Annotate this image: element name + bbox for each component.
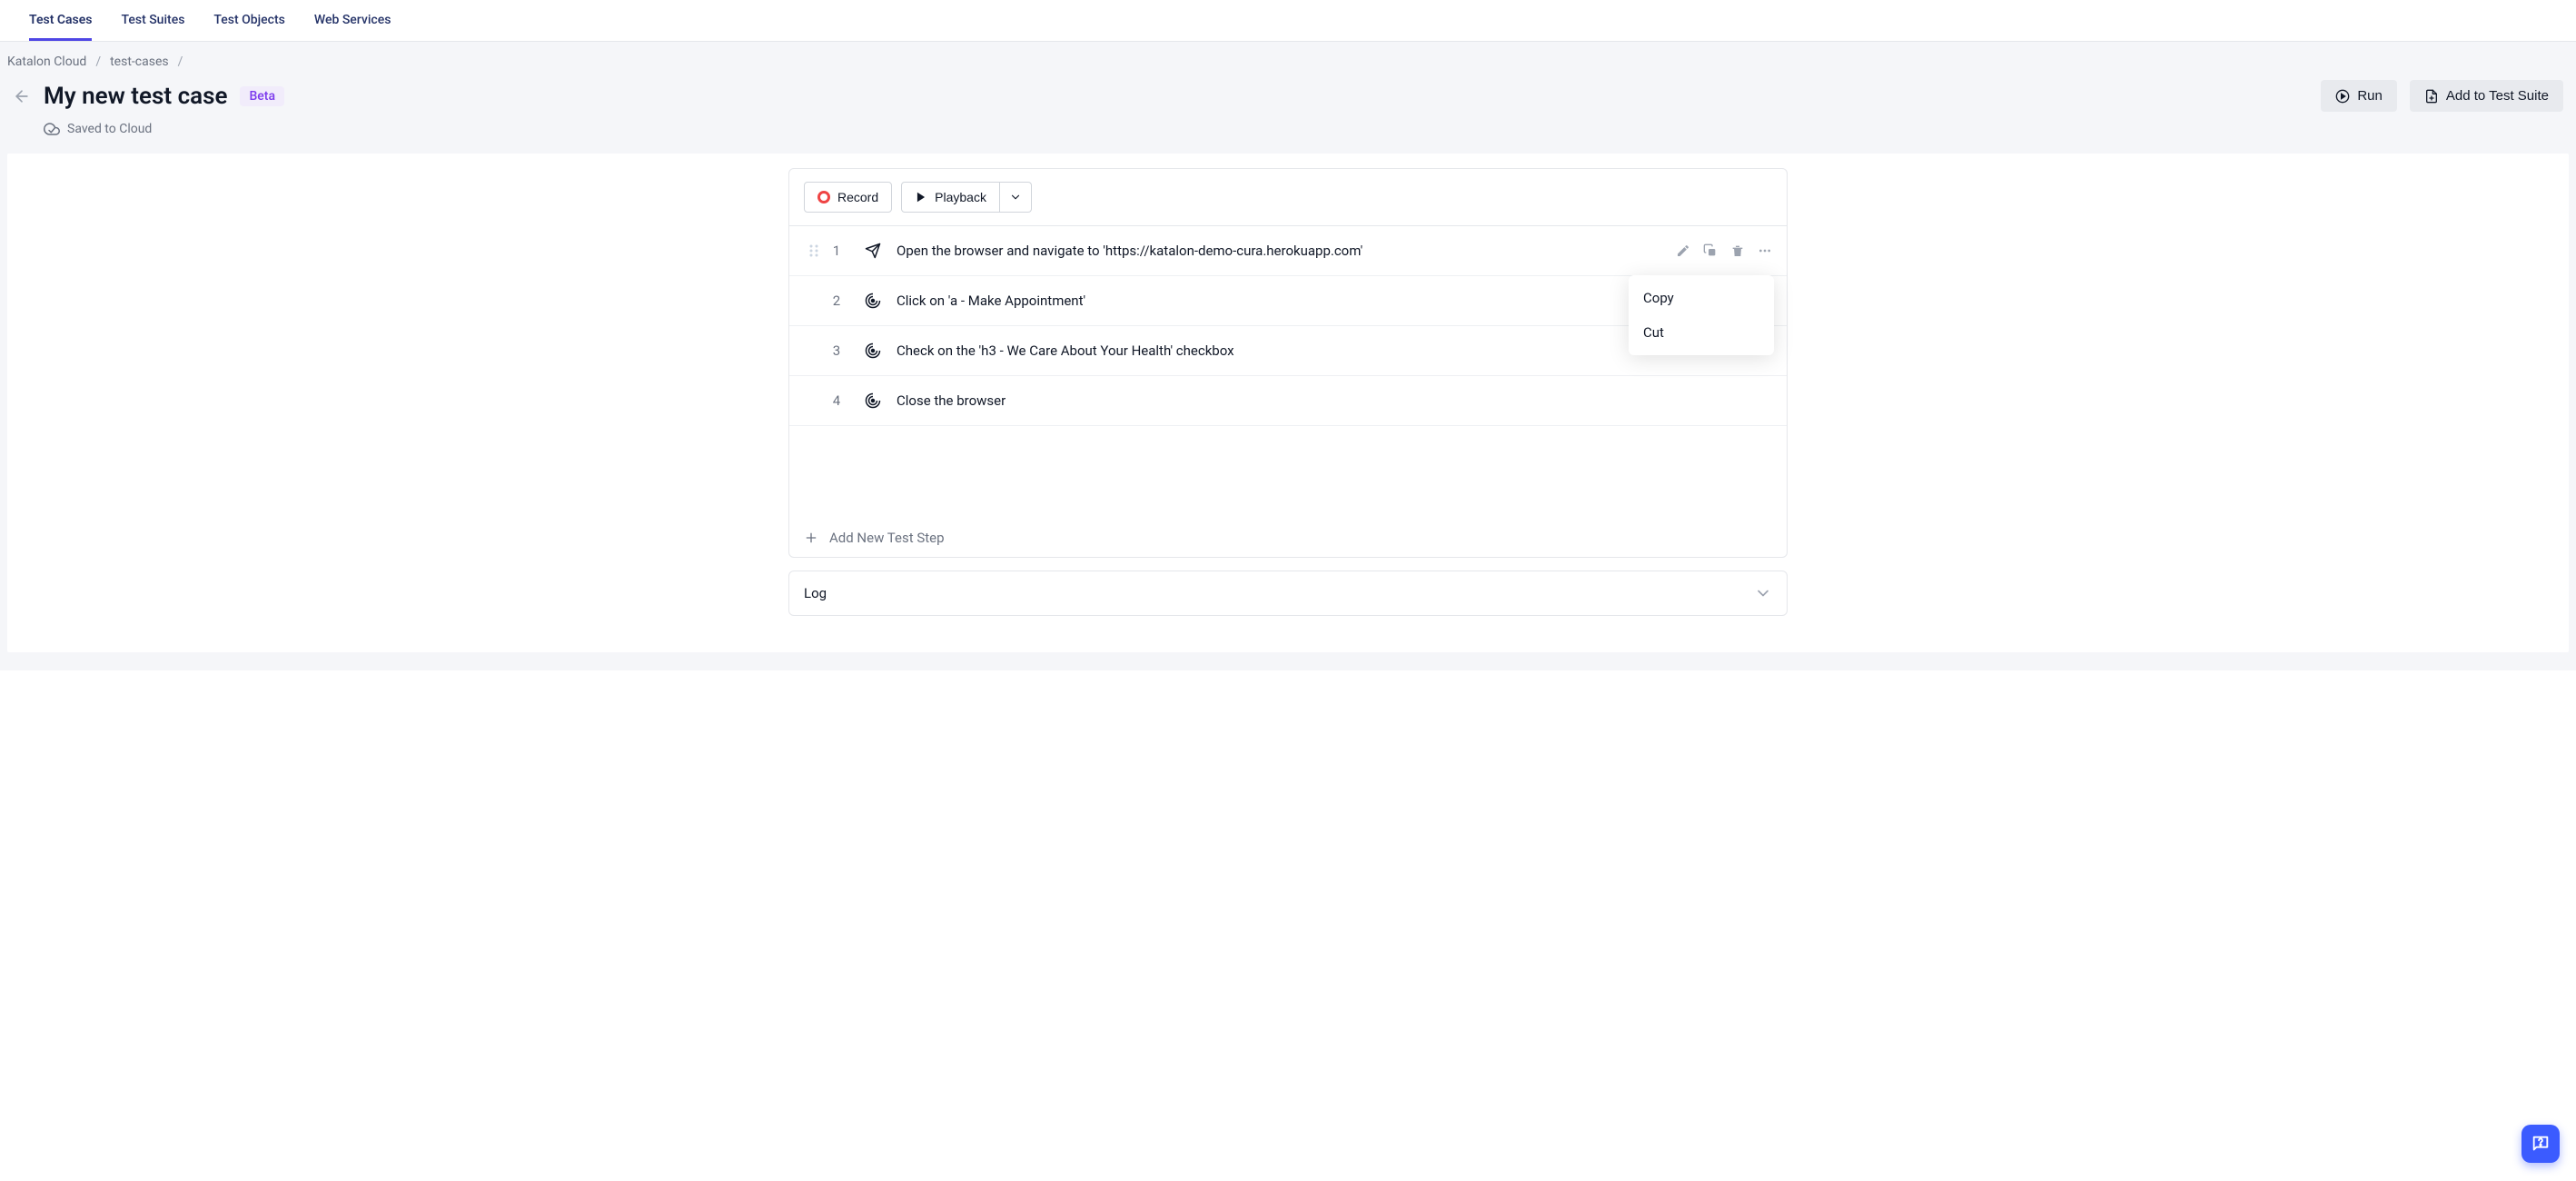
playback-button[interactable]: Playback (901, 182, 1000, 213)
context-menu-copy[interactable]: Copy (1629, 281, 1774, 315)
chevron-down-icon (1009, 191, 1022, 203)
step-row[interactable]: 1 Open the browser and navigate to 'http… (789, 226, 1787, 276)
navigate-icon (849, 243, 897, 259)
edit-step-button[interactable] (1676, 243, 1690, 258)
tab-test-suites[interactable]: Test Suites (121, 0, 184, 41)
breadcrumb-item[interactable]: Katalon Cloud (7, 55, 86, 69)
breadcrumb-item[interactable]: test-cases (110, 55, 169, 69)
target-icon (849, 342, 897, 359)
tab-web-services[interactable]: Web Services (314, 0, 391, 41)
more-horizontal-icon (1758, 243, 1772, 258)
pencil-icon (1676, 243, 1690, 258)
breadcrumb-sep: / (178, 55, 183, 69)
record-button[interactable]: Record (804, 182, 892, 213)
add-step-label: Add New Test Step (829, 530, 945, 546)
run-button[interactable]: Run (2321, 80, 2397, 112)
delete-step-button[interactable] (1730, 243, 1745, 258)
step-index: 2 (824, 293, 849, 309)
breadcrumb-sep: / (95, 55, 101, 69)
step-index: 3 (824, 342, 849, 359)
breadcrumb: Katalon Cloud / test-cases / (0, 42, 2576, 76)
title-row: My new test case Beta Run Add to Test Su… (0, 76, 2576, 115)
saved-status-label: Saved to Cloud (67, 122, 152, 136)
copy-icon (1703, 243, 1718, 258)
target-icon (849, 293, 897, 309)
target-icon (849, 392, 897, 409)
log-panel-label: Log (804, 585, 827, 601)
editor-panel: Record Playback (788, 168, 1788, 558)
back-button[interactable] (13, 87, 31, 105)
step-row[interactable]: 4 Close the browser (789, 376, 1787, 426)
log-panel[interactable]: Log (788, 571, 1788, 616)
more-step-button[interactable] (1758, 243, 1772, 258)
help-icon (2531, 1134, 2551, 1154)
step-description: Close the browser (897, 392, 1772, 409)
step-description: Open the browser and navigate to 'https:… (897, 243, 1676, 259)
beta-badge: Beta (240, 86, 284, 106)
page-title: My new test case (44, 83, 227, 110)
content-area: Record Playback (7, 154, 2569, 652)
help-button[interactable] (2522, 1125, 2560, 1163)
playback-label: Playback (935, 190, 986, 204)
record-label: Record (837, 190, 878, 204)
drag-handle-icon[interactable] (804, 243, 824, 258)
add-step-button[interactable]: Add New Test Step (789, 508, 1787, 557)
context-menu: Copy Cut (1629, 275, 1774, 355)
steps-list: 1 Open the browser and navigate to 'http… (789, 226, 1787, 557)
editor-toolbar: Record Playback (789, 169, 1787, 226)
step-index: 4 (824, 392, 849, 409)
tab-test-objects[interactable]: Test Objects (213, 0, 284, 41)
tab-test-cases[interactable]: Test Cases (29, 0, 92, 41)
trash-icon (1730, 243, 1745, 258)
run-button-label: Run (2357, 88, 2383, 104)
step-index: 1 (824, 243, 849, 259)
saved-status: Saved to Cloud (0, 115, 2576, 154)
copy-step-button[interactable] (1703, 243, 1718, 258)
record-icon (817, 191, 830, 203)
chevron-down-icon (1754, 584, 1772, 602)
tabs-bar: Test Cases Test Suites Test Objects Web … (0, 0, 2576, 42)
file-plus-icon (2424, 89, 2439, 104)
context-menu-cut[interactable]: Cut (1629, 315, 1774, 350)
add-to-suite-label: Add to Test Suite (2446, 88, 2549, 104)
playback-dropdown[interactable] (1000, 182, 1032, 213)
play-circle-icon (2335, 89, 2350, 104)
add-to-suite-button[interactable]: Add to Test Suite (2410, 80, 2563, 112)
play-icon (915, 191, 927, 203)
plus-icon (804, 531, 818, 545)
cloud-check-icon (44, 121, 60, 137)
arrow-left-icon (13, 87, 31, 105)
